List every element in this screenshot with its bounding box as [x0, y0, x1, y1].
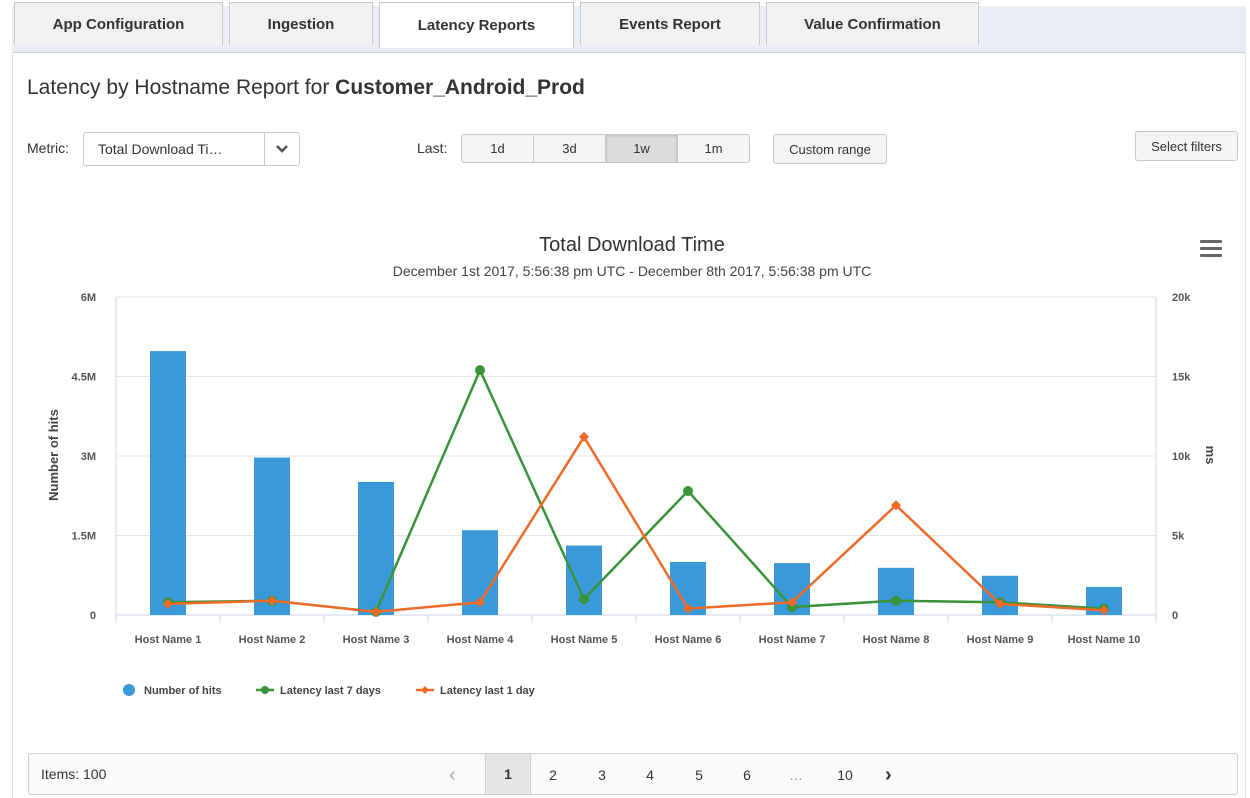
x-tick-label: Host Name 5 [551, 634, 618, 646]
page-button-1[interactable]: 1 [485, 754, 531, 794]
x-tick-label: Host Name 2 [239, 634, 306, 646]
x-tick-label: Host Name 9 [967, 634, 1034, 646]
y-tick-label-right: 15k [1172, 372, 1191, 384]
x-tick-label: Host Name 8 [863, 634, 930, 646]
bar-number-of-hits [358, 481, 394, 615]
y-tick-label-right: 0 [1172, 610, 1178, 622]
y-tick-label-right: 10k [1172, 451, 1191, 463]
y-tick-label-right: 20k [1172, 292, 1191, 304]
series-line-1 [167, 367, 1105, 614]
y-tick-label-left: 0 [90, 610, 96, 622]
point-latency-7-days [475, 365, 485, 376]
y-tick-label-left: 3M [81, 451, 96, 463]
pagination-bar: Items: 100 ‹ 1 2 3 4 5 6 … 10 › [28, 753, 1238, 795]
chart-menu-icon[interactable] [1200, 240, 1222, 258]
page-button-10[interactable]: 10 [835, 764, 855, 786]
x-tick-label: Host Name 6 [655, 634, 722, 646]
legend-label: Number of hits [144, 685, 222, 697]
y-tick-label-right: 5k [1172, 531, 1185, 543]
y-axis-label-left: Number of hits [46, 409, 61, 501]
y-tick-label-left: 6M [81, 292, 96, 304]
bar-number-of-hits [150, 351, 186, 615]
bar-number-of-hits [878, 567, 914, 615]
bar-number-of-hits [254, 457, 290, 615]
legend-label: Latency last 7 days [280, 685, 381, 697]
chart-bars [150, 351, 1122, 615]
chart-ticks: 0 0 1.5M 5k 3M 10k 4.5M 15k 6M 20k Host Name 1 Host… [72, 292, 1192, 646]
point-latency-7-days [579, 594, 589, 605]
x-tick-label: Host Name 3 [343, 634, 410, 646]
y-axis-label-right: ms [1203, 446, 1218, 465]
page-button-2[interactable]: 2 [546, 764, 560, 786]
x-tick-label: Host Name 1 [135, 634, 202, 646]
latency-chart: Total Download Time December 1st 2017, 5… [46, 234, 1218, 697]
chart-legend: Number of hits Latency last 7 days Latency… [123, 684, 536, 697]
page-button-5[interactable]: 5 [692, 764, 706, 786]
prev-page-button[interactable]: ‹ [449, 764, 456, 786]
x-tick-label: Host Name 7 [759, 634, 826, 646]
next-page-button[interactable]: › [885, 764, 892, 786]
y-tick-label-left: 4.5M [72, 372, 96, 384]
x-tick-label: Host Name 10 [1068, 634, 1141, 646]
y-tick-label-left: 1.5M [72, 531, 96, 543]
chart-title: Total Download Time [539, 234, 725, 256]
items-count: Items: 100 [41, 766, 107, 782]
point-latency-7-days [891, 595, 901, 606]
page-ellipsis: … [789, 767, 803, 783]
bar-number-of-hits [982, 575, 1018, 615]
bar-number-of-hits [566, 545, 602, 615]
series-line-2 [167, 434, 1105, 614]
legend-marker [421, 686, 429, 694]
chart-lines [163, 365, 1109, 617]
legend-symbol-bar [123, 684, 135, 696]
page-button-3[interactable]: 3 [595, 764, 609, 786]
chart-subtitle: December 1st 2017, 5:56:38 pm UTC - Dece… [393, 263, 872, 279]
point-latency-7-days [683, 485, 693, 496]
x-tick-label: Host Name 4 [447, 634, 515, 646]
page-button-6[interactable]: 6 [740, 764, 754, 786]
page-button-4[interactable]: 4 [643, 764, 657, 786]
legend-label: Latency last 1 day [440, 685, 536, 697]
legend-marker [261, 686, 269, 694]
